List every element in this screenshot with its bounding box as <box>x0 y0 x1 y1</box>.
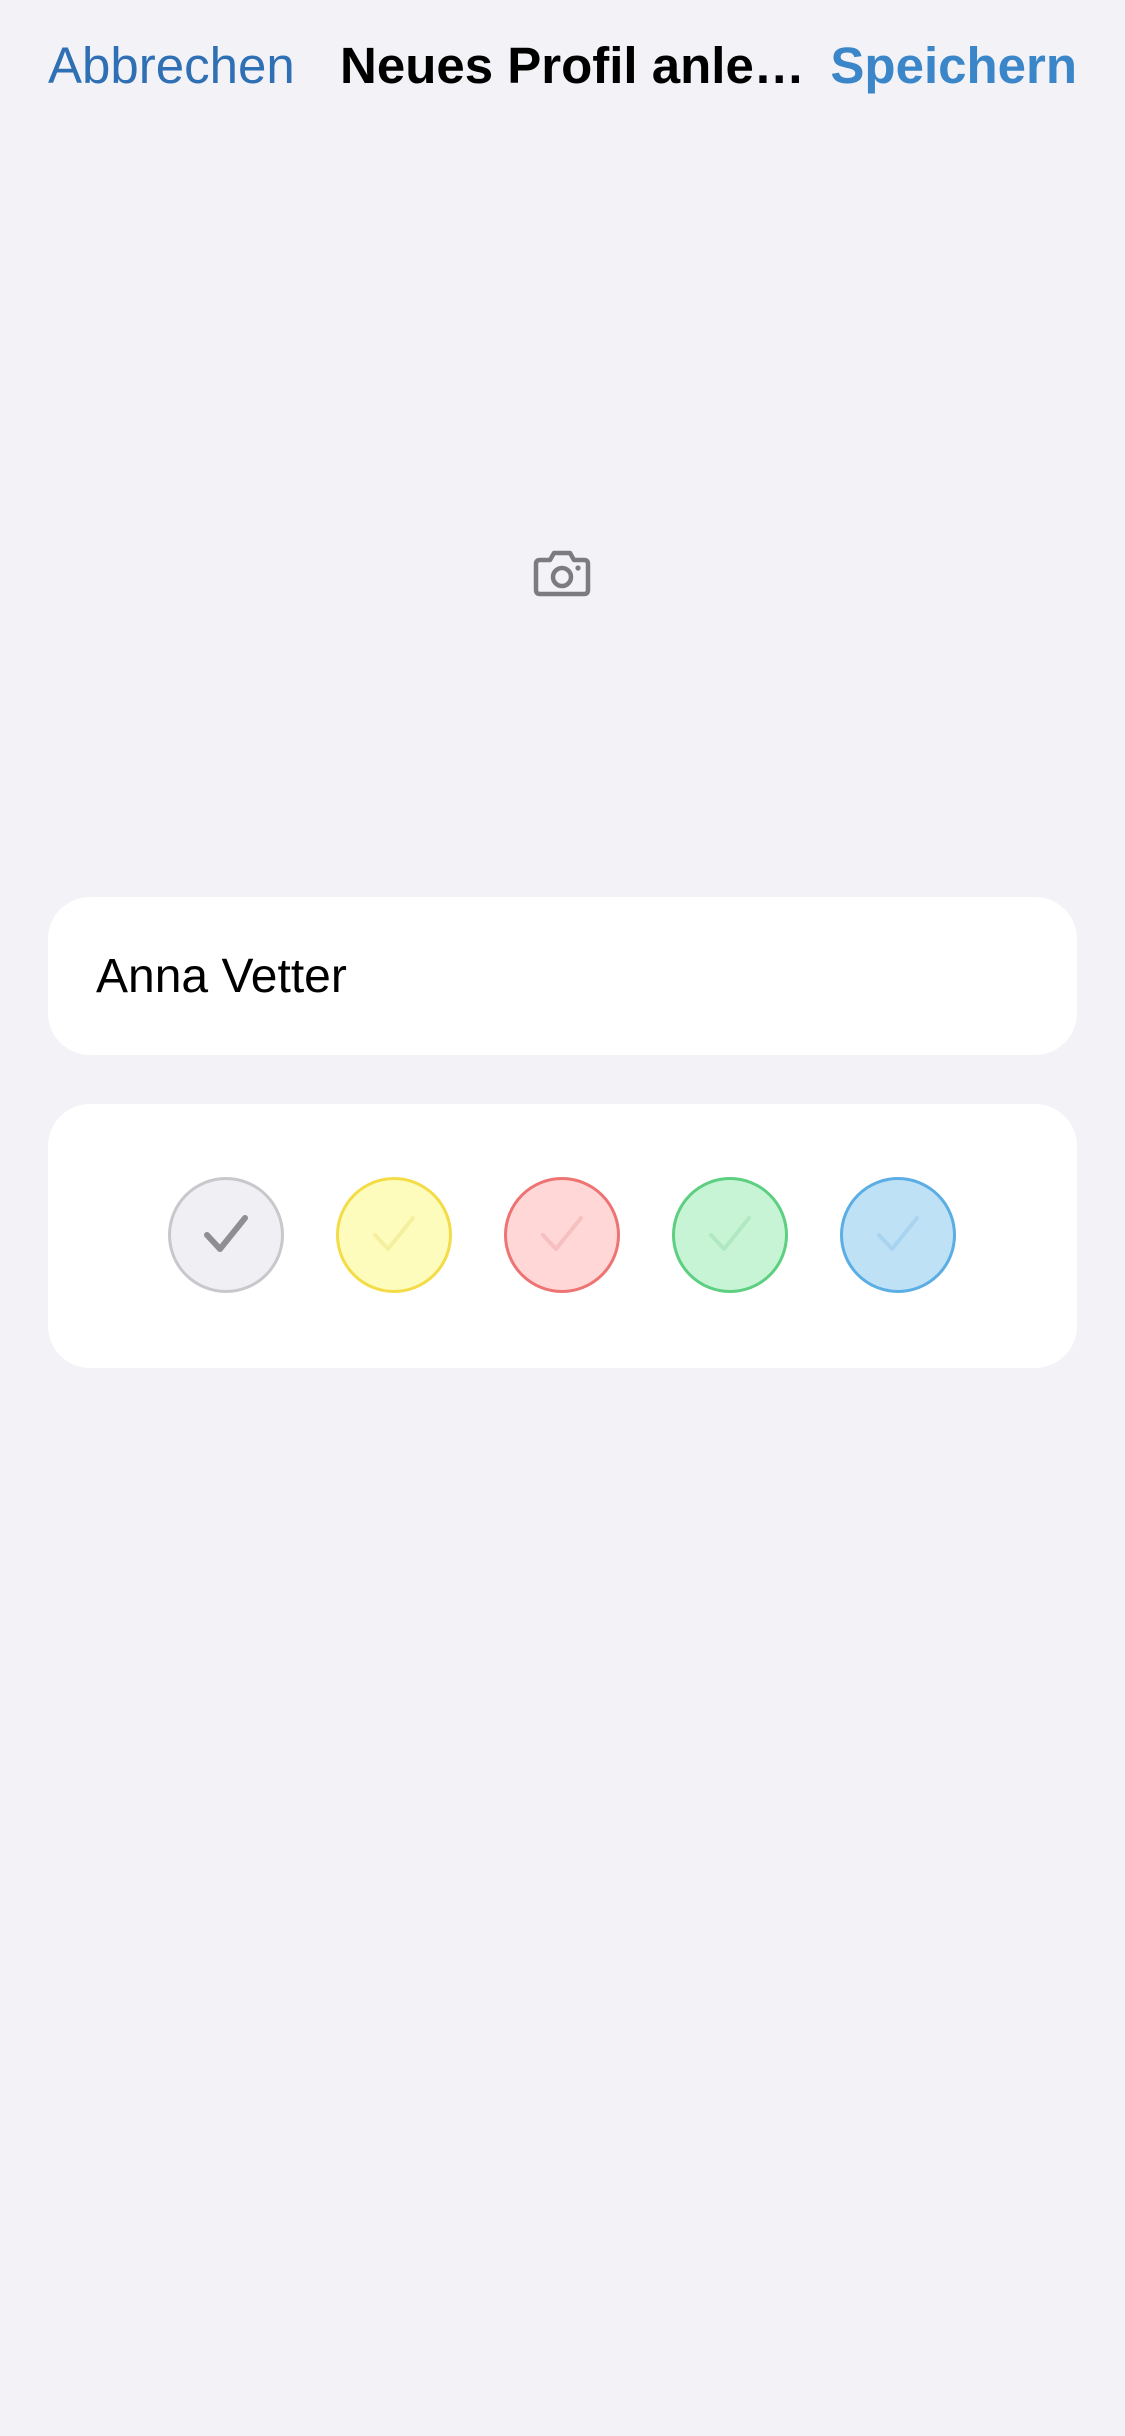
add-photo-button[interactable] <box>512 530 612 620</box>
save-button[interactable]: Speichern <box>830 30 1077 102</box>
checkmark-icon <box>204 1215 248 1252</box>
page-title: Neues Profil anle… <box>340 37 800 94</box>
color-swatch-green[interactable] <box>672 1177 788 1293</box>
cancel-button[interactable]: Abbrechen <box>48 30 295 102</box>
name-field-card <box>48 897 1077 1055</box>
color-swatch-blue[interactable] <box>840 1177 956 1293</box>
checkmark-icon <box>541 1216 583 1251</box>
name-input[interactable] <box>96 897 1036 1055</box>
color-swatch-red[interactable] <box>504 1177 620 1293</box>
checkmark-icon <box>709 1216 751 1251</box>
color-swatch-yellow[interactable] <box>336 1177 452 1293</box>
color-picker-card <box>48 1104 1077 1368</box>
checkmark-icon <box>373 1216 415 1251</box>
color-swatch-gray[interactable] <box>168 1177 284 1293</box>
camera-icon <box>532 548 592 603</box>
navigation-bar: Abbrechen Neues Profil anle… Speichern <box>0 0 1125 140</box>
checkmark-icon <box>877 1216 919 1251</box>
